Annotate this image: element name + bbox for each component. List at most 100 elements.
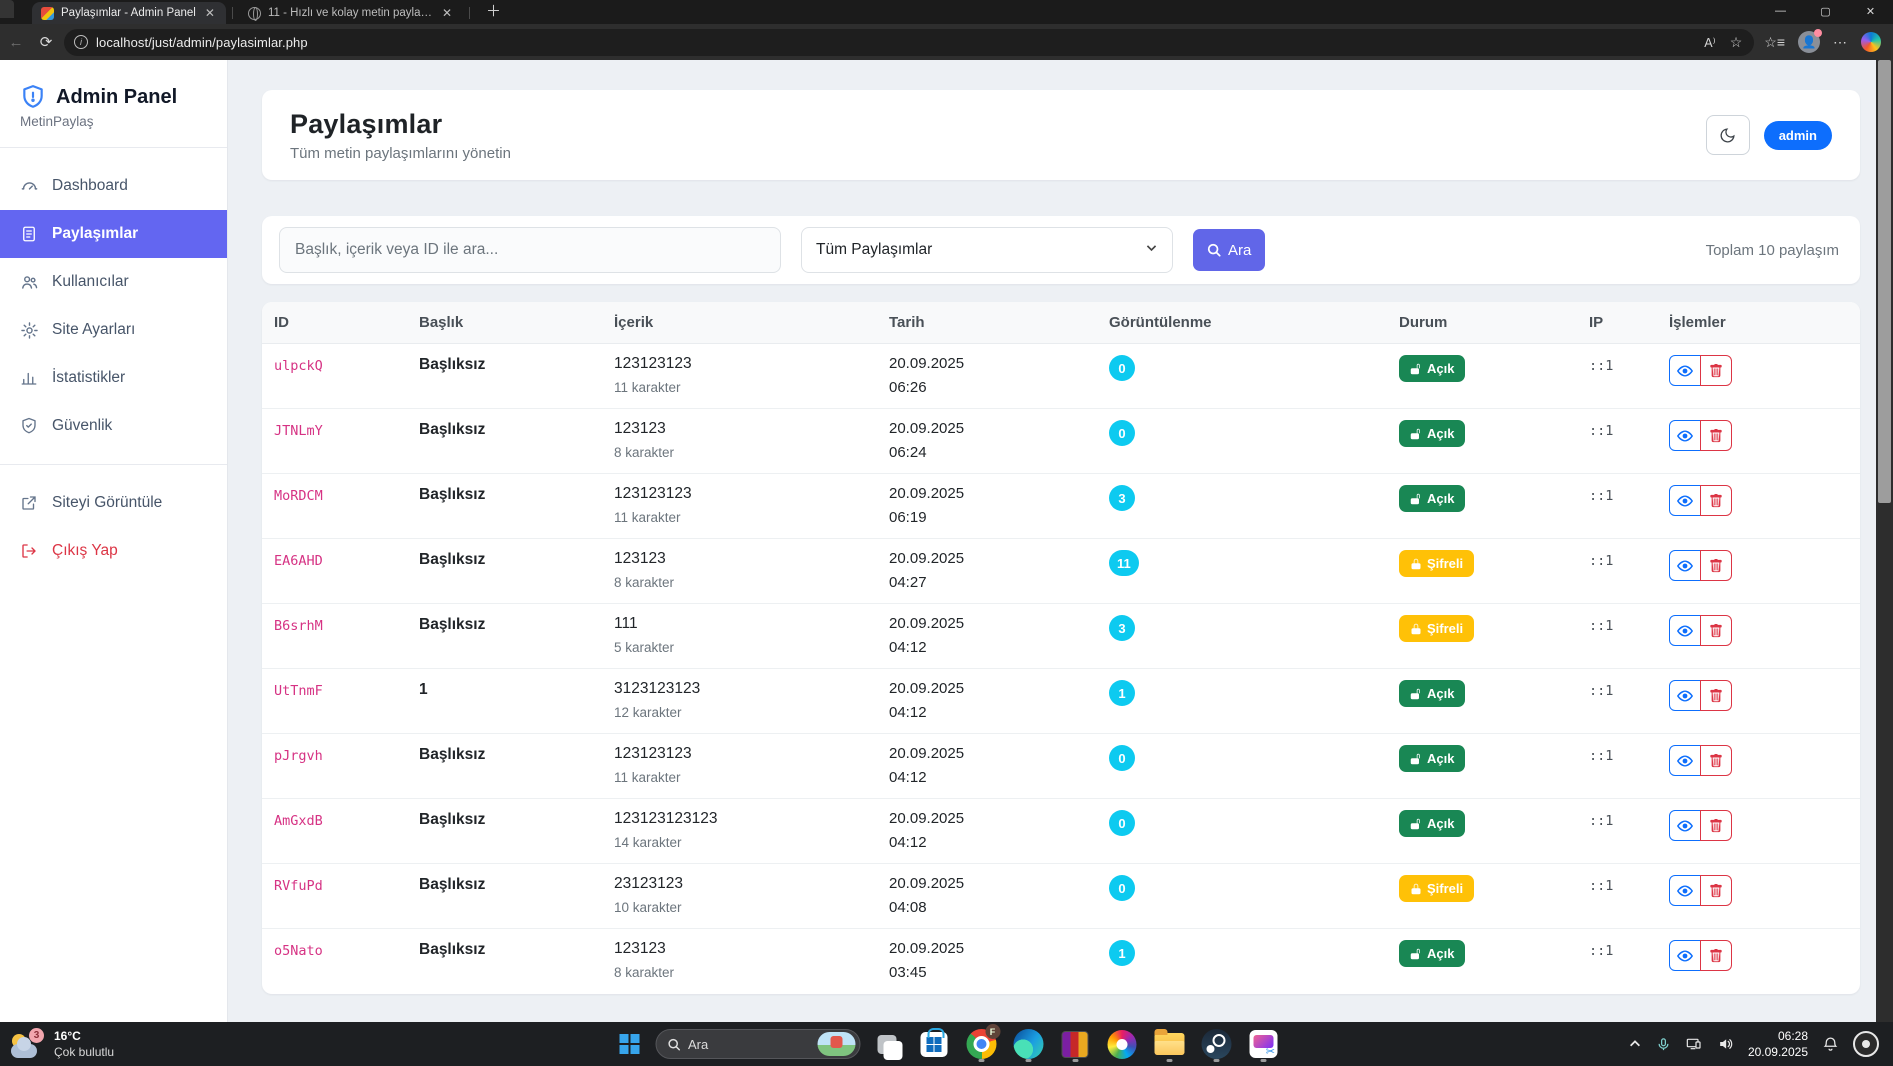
address-bar[interactable]: i localhost/just/admin/paylasimlar.php A… (64, 29, 1754, 56)
trash-icon (1709, 559, 1723, 573)
taskbar-clock[interactable]: 06:28 20.09.2025 (1748, 1028, 1808, 1060)
share-time: 03:45 (889, 964, 1085, 981)
share-date: 20.09.2025 (889, 875, 1085, 892)
share-id: B6srhM (262, 604, 407, 668)
steam-icon[interactable] (1196, 1024, 1236, 1064)
view-button[interactable] (1669, 810, 1701, 841)
table-row: UtTnmF1312312312312 karakter20.09.202504… (262, 669, 1860, 734)
tray-chevron-up-icon[interactable] (1628, 1037, 1642, 1051)
favorites-bar-icon[interactable]: ☆≡ (1764, 34, 1785, 51)
start-button[interactable] (610, 1025, 648, 1063)
delete-button[interactable] (1700, 485, 1732, 516)
search-icon (667, 1038, 680, 1051)
back-button[interactable]: ← (4, 34, 28, 51)
delete-button[interactable] (1700, 550, 1732, 581)
view-button[interactable] (1669, 875, 1701, 906)
bar-chart-icon (20, 369, 39, 387)
new-tab-button[interactable]: ＋ (480, 0, 507, 21)
scrollbar-thumb[interactable] (1878, 60, 1891, 503)
tab-admin-panel[interactable]: Paylaşımlar - Admin Panel ✕ (32, 2, 226, 24)
minimize-button[interactable]: — (1758, 5, 1803, 17)
paint-icon[interactable] (1102, 1024, 1142, 1064)
views-badge: 3 (1109, 615, 1135, 641)
view-button[interactable] (1669, 680, 1701, 711)
share-id: pJrgvh (262, 734, 407, 798)
system-tray: 06:28 20.09.2025 (1628, 1028, 1883, 1060)
shield-logo-icon (20, 84, 46, 110)
delete-button[interactable] (1700, 355, 1732, 386)
users-icon (20, 273, 39, 292)
main-content: Paylaşımlar Tüm metin paylaşımlarını yön… (228, 60, 1893, 1022)
share-id: RVfuPd (262, 864, 407, 928)
globe-icon (248, 7, 261, 20)
share-date: 20.09.2025 (889, 810, 1085, 827)
sidebar-item-settings[interactable]: Site Ayarları (0, 306, 227, 354)
tab-close-icon[interactable]: ✕ (440, 6, 454, 20)
unlock-icon (1410, 948, 1422, 960)
share-ip: ::1 (1577, 929, 1657, 994)
read-aloud-icon[interactable]: A⁾ (1704, 35, 1715, 50)
site-info-icon[interactable]: i (74, 35, 88, 49)
tab-metin-paylasim[interactable]: 11 - Hızlı ve kolay metin paylaşım ✕ (239, 2, 463, 24)
view-button[interactable] (1669, 355, 1701, 386)
share-title: Başlıksız (407, 734, 602, 798)
share-char-count: 8 karakter (614, 965, 865, 980)
views-badge: 11 (1109, 550, 1139, 576)
sidebar-item-shares[interactable]: Paylaşımlar (0, 210, 227, 258)
sidebar-item-label: İstatistikler (52, 369, 125, 387)
delete-button[interactable] (1700, 745, 1732, 776)
notification-bell-icon[interactable] (1822, 1036, 1839, 1053)
microphone-icon[interactable] (1656, 1037, 1671, 1052)
view-button[interactable] (1669, 940, 1701, 971)
delete-button[interactable] (1700, 875, 1732, 906)
sidebar-item-view-site[interactable]: Siteyi Görüntüle (0, 479, 227, 527)
copilot-icon[interactable] (1861, 32, 1881, 52)
weather-widget[interactable]: 3 16°C Çok bulutlu (10, 1028, 114, 1060)
delete-button[interactable] (1700, 680, 1732, 711)
view-button[interactable] (1669, 550, 1701, 581)
view-button[interactable] (1669, 745, 1701, 776)
page-scrollbar[interactable] (1876, 60, 1893, 1022)
file-explorer-icon[interactable] (1149, 1024, 1189, 1064)
refresh-button[interactable]: ⟳ (34, 33, 58, 51)
browser-menu-icon[interactable]: ⋯ (1833, 34, 1848, 51)
delete-button[interactable] (1700, 615, 1732, 646)
sidebar-item-label: Siteyi Görüntüle (52, 494, 162, 512)
close-button[interactable]: ✕ (1848, 5, 1893, 18)
microsoft-store-icon[interactable] (914, 1024, 954, 1064)
delete-button[interactable] (1700, 810, 1732, 841)
tab-close-icon[interactable]: ✕ (203, 6, 217, 20)
recorder-icon[interactable] (1853, 1031, 1879, 1057)
sidebar-item-users[interactable]: Kullanıcılar (0, 258, 227, 306)
winrar-icon[interactable] (1055, 1024, 1095, 1064)
user-badge[interactable]: admin (1764, 121, 1832, 150)
eye-icon (1677, 883, 1693, 899)
search-input[interactable] (279, 227, 781, 273)
delete-button[interactable] (1700, 420, 1732, 451)
volume-icon[interactable] (1717, 1036, 1734, 1052)
cast-display-icon[interactable] (1685, 1036, 1703, 1052)
chrome-icon[interactable]: F (961, 1024, 1001, 1064)
task-view-icon[interactable] (867, 1024, 907, 1064)
share-time: 04:12 (889, 639, 1085, 656)
sidebar-item-dashboard[interactable]: Dashboard (0, 162, 227, 210)
view-button[interactable] (1669, 420, 1701, 451)
favorite-star-icon[interactable]: ☆ (1730, 34, 1743, 51)
search-button[interactable]: Ara (1193, 229, 1265, 271)
sidebar-item-security[interactable]: Güvenlik (0, 402, 227, 450)
sidebar-item-stats[interactable]: İstatistikler (0, 354, 227, 402)
clipchamp-icon[interactable] (1243, 1024, 1283, 1064)
profile-avatar[interactable]: 👤 (1798, 31, 1820, 53)
sidebar-item-logout[interactable]: Çıkış Yap (0, 527, 227, 575)
view-button[interactable] (1669, 615, 1701, 646)
taskbar-search[interactable]: Ara (655, 1029, 860, 1059)
share-ip: ::1 (1577, 409, 1657, 473)
share-date: 20.09.2025 (889, 550, 1085, 567)
view-button[interactable] (1669, 485, 1701, 516)
dark-mode-toggle[interactable] (1706, 115, 1750, 155)
maximize-button[interactable]: ▢ (1803, 5, 1848, 18)
edge-icon[interactable] (1008, 1024, 1048, 1064)
delete-button[interactable] (1700, 940, 1732, 971)
status-filter-select[interactable]: Tüm Paylaşımlar (801, 227, 1173, 273)
total-count-text: Toplam 10 paylaşım (1706, 242, 1843, 259)
